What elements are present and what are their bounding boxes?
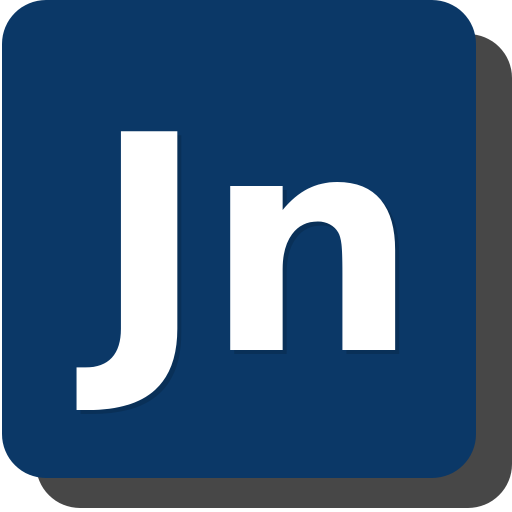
monogram-text: Jn [75,72,419,421]
monogram-graphic: Jn Jn [75,72,423,425]
icon-tile: Jn Jn [2,0,476,478]
app-icon: Jn Jn [0,0,512,512]
